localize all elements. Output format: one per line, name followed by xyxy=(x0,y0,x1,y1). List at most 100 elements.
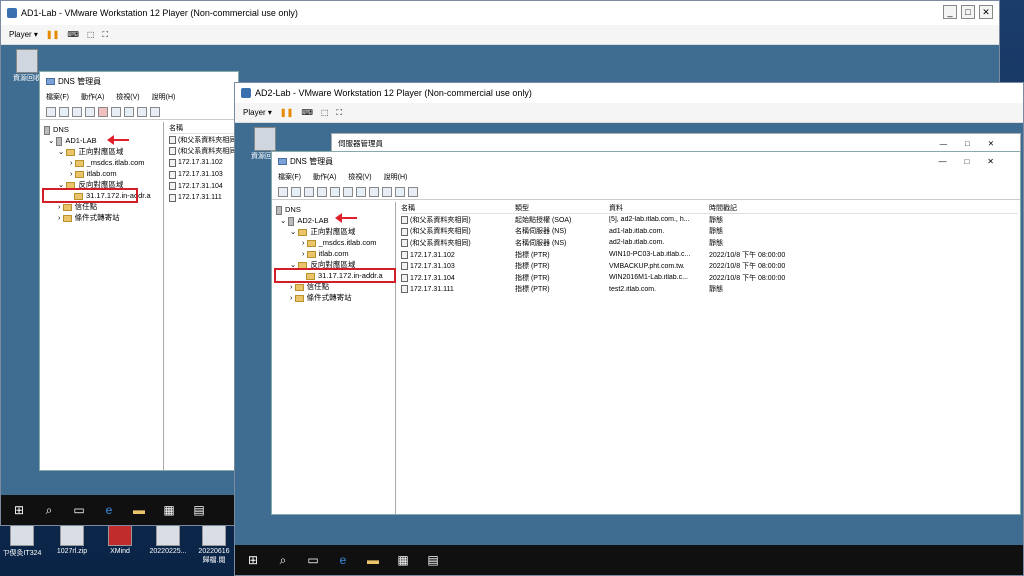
menu-view[interactable]: 檢視(V) xyxy=(116,92,139,102)
refresh-icon[interactable] xyxy=(343,186,353,197)
export-icon[interactable] xyxy=(356,186,366,197)
table-row[interactable]: (和父系資料夾相同) 起始點授權 (SOA) [5], ad2-lab.itlab.… xyxy=(401,214,1018,226)
dns-taskbar-icon[interactable]: ▤ xyxy=(191,503,207,517)
edge-icon[interactable]: e xyxy=(101,503,117,517)
tree-node-msdcs[interactable]: › _msdcs.itlab.com xyxy=(44,157,163,168)
menu-help[interactable]: 說明(H) xyxy=(152,92,176,102)
refresh-icon[interactable] xyxy=(124,106,134,117)
server-manager-icon[interactable]: ▦ xyxy=(161,503,177,517)
unity-icon[interactable]: ⬚ xyxy=(321,108,329,117)
tree-node-trust-points[interactable]: › 信任點 xyxy=(44,201,163,212)
properties-icon[interactable] xyxy=(330,186,340,197)
table-row[interactable]: 172.17.31.104 指標 (PTR) WIN2016M1-Lab.itlab… xyxy=(401,272,1018,284)
tree-node-msdcs[interactable]: › _msdcs.itlab.com xyxy=(276,237,395,248)
column-header-timestamp[interactable]: 時間戳記 xyxy=(709,203,809,213)
table-row[interactable]: (和父系資料夾相同) 名稱伺服器 (NS) ad1-lab.itlab.com. 靜態 xyxy=(401,226,1018,238)
table-row[interactable]: 172.17.31.102 指標 (PTR) WIN10-PC03-Lab.itla… xyxy=(401,249,1018,261)
table-row[interactable]: 172.17.31.103 指標 (PTR) VMBACKUP.pht.com.tw… xyxy=(401,260,1018,272)
list-item[interactable]: 172.17.31.103 xyxy=(169,169,238,181)
delete-icon[interactable] xyxy=(98,106,108,117)
host-icon-doc1[interactable]: 20220225... xyxy=(148,524,188,555)
explorer-icon[interactable]: ▬ xyxy=(365,553,381,567)
tree-node-dns[interactable]: DNS xyxy=(44,124,163,135)
search-icon[interactable]: ⌕ xyxy=(41,503,57,518)
maximize-button[interactable]: □ xyxy=(961,5,975,19)
column-header-name[interactable]: 名稱 xyxy=(169,122,238,134)
record-tool-icon[interactable] xyxy=(408,186,418,197)
tree-node-server[interactable]: ⌄ AD1-LAB xyxy=(44,135,163,146)
table-row[interactable]: 172.17.31.111 指標 (PTR) test2.itlab.com. 靜態 xyxy=(401,284,1018,296)
column-header-data[interactable]: 資料 xyxy=(609,203,709,213)
tree-node-trust-points[interactable]: › 信任點 xyxy=(276,281,395,292)
vm2-titlebar[interactable]: AD2-Lab - VMware Workstation 12 Player (… xyxy=(235,83,1023,103)
minimize-button[interactable]: _ xyxy=(943,5,957,19)
menu-help[interactable]: 說明(H) xyxy=(384,172,408,182)
fullscreen-icon[interactable]: ⛶ xyxy=(336,108,342,118)
up-icon[interactable] xyxy=(72,106,82,117)
list-item[interactable]: (和父系資料夾相同) xyxy=(169,134,238,146)
list-item[interactable]: 172.17.31.104 xyxy=(169,180,238,192)
column-header-type[interactable]: 類型 xyxy=(515,203,609,213)
back-icon[interactable] xyxy=(278,186,288,197)
zone-tool-icon[interactable] xyxy=(395,186,405,197)
host-icon-xmind[interactable]: XMind xyxy=(100,524,140,555)
up-icon[interactable] xyxy=(304,186,314,197)
dns2-window-controls[interactable]: —□✕ xyxy=(938,157,1012,166)
start-icon[interactable]: ⊞ xyxy=(245,553,261,567)
menu-file[interactable]: 檔案(F) xyxy=(46,92,69,102)
send-keys-icon[interactable]: ⌨ xyxy=(301,108,313,117)
list-item[interactable]: 172.17.31.111 xyxy=(169,192,238,204)
player-menu[interactable]: Player ▾ xyxy=(9,30,38,39)
show-tree-icon[interactable] xyxy=(317,186,327,197)
search-icon[interactable]: ⌕ xyxy=(275,553,291,568)
tree-node-reverse-zone[interactable]: 31.17.172.in-addr.a xyxy=(42,188,151,203)
start-icon[interactable]: ⊞ xyxy=(11,503,27,517)
table-row[interactable]: (和父系資料夾相同) 名稱伺服器 (NS) ad2-lab.itlab.com. 靜態 xyxy=(401,237,1018,249)
forward-icon[interactable] xyxy=(59,106,69,117)
properties-icon[interactable] xyxy=(111,106,121,117)
host-icon-file[interactable]: ㄗ偰灸IT324 xyxy=(2,524,42,558)
menu-action[interactable]: 動作(A) xyxy=(313,172,336,182)
server-icon[interactable] xyxy=(382,186,392,197)
vm1-titlebar[interactable]: AD1-Lab - VMware Workstation 12 Player (… xyxy=(1,1,999,25)
show-tree-icon[interactable] xyxy=(85,106,95,117)
dns2-titlebar[interactable]: DNS 管理員 —□✕ xyxy=(272,152,1020,170)
back-icon[interactable] xyxy=(46,106,56,117)
send-keys-icon[interactable]: ⌨ xyxy=(67,30,79,39)
tree-node-itlab[interactable]: › itlab.com xyxy=(44,168,163,179)
menu-action[interactable]: 動作(A) xyxy=(81,92,104,102)
tree-node-conditional-forwarders[interactable]: › 條件式轉寄站 xyxy=(276,292,395,303)
tree-node-forward-zones[interactable]: ⌄ 正向對應區域 xyxy=(44,146,163,157)
pause-icon[interactable]: ❚❚ xyxy=(46,30,59,39)
list-item[interactable]: 172.17.31.102 xyxy=(169,157,238,169)
fullscreen-icon[interactable]: ⛶ xyxy=(102,30,108,40)
server-manager-icon[interactable]: ▦ xyxy=(395,553,411,567)
tree-node-reverse-zones[interactable]: ⌄ 反向對應區域 xyxy=(44,179,163,190)
forward-icon[interactable] xyxy=(291,186,301,197)
server-manager-window[interactable]: 伺服器管理員 —□✕ xyxy=(331,133,1021,153)
dns1-titlebar[interactable]: DNS 管理員 xyxy=(40,72,238,90)
close-button[interactable]: ✕ xyxy=(979,5,993,19)
tree-node-reverse-zones[interactable]: ⌄ 反向對應區域 xyxy=(276,259,395,270)
unity-icon[interactable]: ⬚ xyxy=(87,30,95,39)
player-menu[interactable]: Player ▾ xyxy=(243,108,272,117)
host-icon-zip[interactable]: 1027rl.zip xyxy=(52,524,92,555)
tree-node-forward-zones[interactable]: ⌄ 正向對應區域 xyxy=(276,226,395,237)
host-icon-doc2[interactable]: 20220616 歸檔.閱 xyxy=(194,524,234,565)
task-view-icon[interactable]: ▭ xyxy=(305,553,321,567)
help-icon[interactable] xyxy=(150,106,160,117)
edge-icon[interactable]: e xyxy=(335,553,351,567)
column-header-name[interactable]: 名稱 xyxy=(401,203,515,213)
tree-node-reverse-zone[interactable]: 31.17.172.in-addr.a xyxy=(274,268,396,283)
dns-taskbar-icon[interactable]: ▤ xyxy=(425,553,441,567)
help-icon[interactable] xyxy=(369,186,379,197)
list-item[interactable]: (和父系資料夾相同) xyxy=(169,146,238,158)
menu-file[interactable]: 檔案(F) xyxy=(278,172,301,182)
tree-node-conditional-forwarders[interactable]: › 條件式轉寄站 xyxy=(44,212,163,223)
export-icon[interactable] xyxy=(137,106,147,117)
tree-node-itlab[interactable]: › itlab.com xyxy=(276,248,395,259)
explorer-icon[interactable]: ▬ xyxy=(131,503,147,517)
task-view-icon[interactable]: ▭ xyxy=(71,503,87,517)
pause-icon[interactable]: ❚❚ xyxy=(280,108,293,117)
menu-view[interactable]: 檢視(V) xyxy=(348,172,371,182)
